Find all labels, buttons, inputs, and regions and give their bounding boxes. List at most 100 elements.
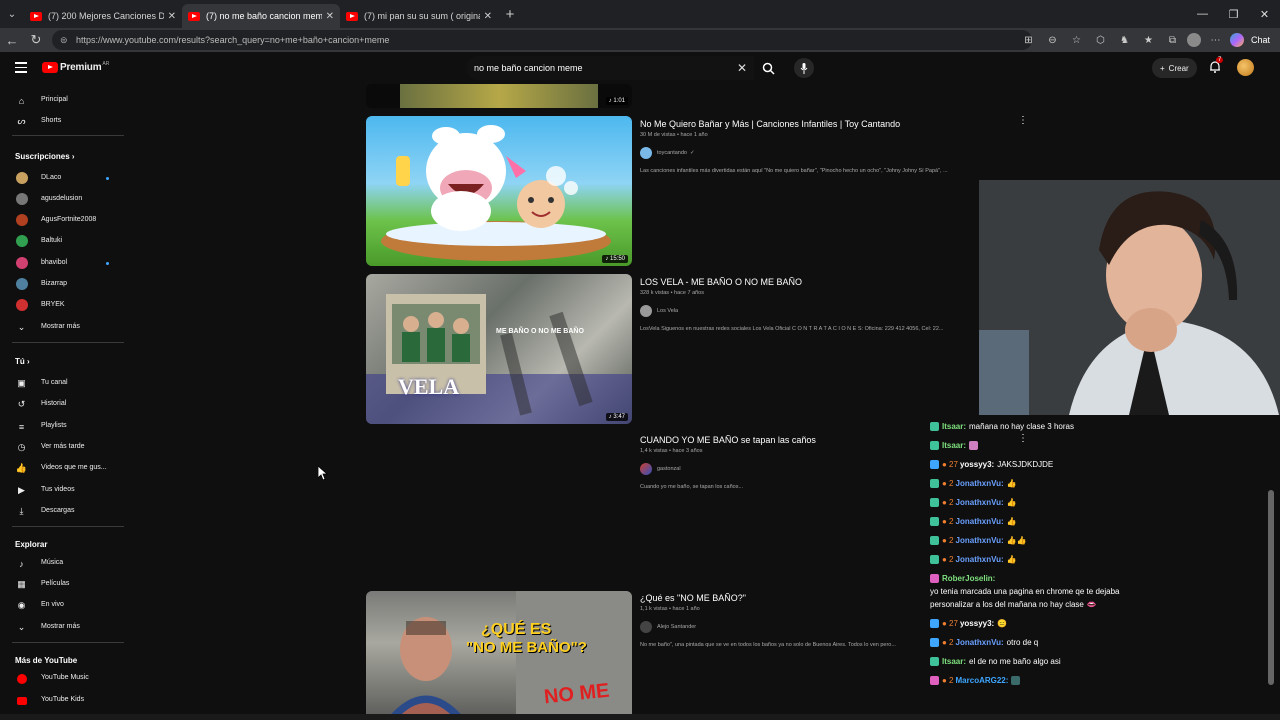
sidebar-item-your-videos[interactable]: ▶ Tus videos [0,481,124,499]
menu-icon[interactable] [15,62,27,74]
channel-name: Los Vela [657,308,679,314]
chat-message: ● 2 MarcoARG22: [930,676,1023,685]
page-scrollbar[interactable] [1268,490,1274,685]
close-tab-icon[interactable]: ✕ [484,11,492,22]
video-meta: 1,4 k vistas • hace 3 años [640,448,703,454]
video-title[interactable]: No Me Quiero Bañar y Más | Canciones Inf… [640,119,900,129]
sidebar-item-music[interactable]: ♪ Música [0,554,124,572]
restore-icon[interactable]: ❐ [1218,0,1249,28]
sidebar-item-downloads[interactable]: ⤓ Descargas [0,502,124,520]
sidebar-item-shorts[interactable]: ᔕ Shorts [0,112,124,130]
tab-list-button[interactable]: ⌄ [0,0,24,28]
sidebar-item-watch-later[interactable]: ◷ Ver más tarde [0,438,124,456]
you-heading[interactable]: Tú › [15,357,30,366]
more-actions-icon[interactable]: ⋮ [1018,116,1028,126]
music-icon: ♪ [19,558,24,569]
channel-link[interactable]: toycantando ✓ [640,147,695,159]
chat-message: Itsaar: [930,441,981,450]
sidebar-item-youtube-music[interactable]: YouTube Music [0,669,124,687]
favorites-icon[interactable]: ★ [1139,31,1158,50]
chat-message: Itsaar: mañana no hay clase 3 horas [930,422,1074,431]
reload-icon[interactable]: ↻ [24,32,48,48]
clear-search-icon[interactable]: ✕ [737,61,747,75]
explore-heading: Explorar [15,540,48,549]
subscriptions-heading[interactable]: Suscripciones › [15,152,75,161]
channel-avatar [16,214,28,226]
video-title[interactable]: ¿Qué es "NO ME BAÑO?" [640,593,746,603]
sidebar-item-history[interactable]: ↺ Historial [0,395,124,413]
copilot-icon[interactable] [1229,33,1244,47]
back-icon[interactable]: ← [0,33,24,48]
chat-button[interactable]: Chat [1249,31,1272,50]
sidebar-item-label: agusdelusion [41,195,83,202]
app-icon[interactable]: ⊞ [1019,31,1038,50]
channel-avatar [640,305,652,317]
zoom-icon[interactable]: ⊖ [1043,31,1062,50]
chat-badge-icon [930,638,939,647]
logo-text: Premium [60,62,102,73]
search-icon[interactable] [757,56,779,80]
video-thumbnail[interactable]: ME BAÑO O NO ME BAÑO VELA ♪ 3:47 [366,274,632,424]
sidebar-sub-item[interactable]: AgusFortnite2008 [0,211,124,229]
close-window-icon[interactable]: ✕ [1249,0,1280,28]
new-tab-button[interactable]: + [498,6,522,23]
thumbnail-caption: ¿QUÉ ES [481,621,552,638]
channel-avatar [16,235,28,247]
channel-link[interactable]: gastonzal [640,463,681,475]
search-input[interactable] [474,63,734,73]
browser-tab[interactable]: (7) mi pan su su sum ( original clip ✕ [340,4,498,28]
close-tab-icon[interactable]: ✕ [326,11,334,22]
youtube-favicon-icon [346,11,358,21]
sidebar-item-liked[interactable]: 👍 Videos que me gus... [0,459,124,477]
show-more-subscriptions[interactable]: ⌄ Mostrar más [0,318,124,336]
sidebar-item-live[interactable]: ◉ En vivo [0,596,124,614]
channel-link[interactable]: Alejo Santander [640,621,696,633]
favorite-star-icon[interactable]: ☆ [1067,31,1086,50]
browser-tab-active[interactable]: (7) no me baño cancion meme - Y ✕ [182,4,340,28]
sidebar-sub-item[interactable]: DLaco [0,169,124,187]
sidebar-sub-item[interactable]: Bizarrap [0,275,124,293]
sidebar-sub-item[interactable]: bhavibol [0,254,124,272]
emote-icon [1011,676,1021,685]
profile-avatar[interactable] [1186,33,1201,47]
close-tab-icon[interactable]: ✕ [168,11,176,22]
sidebar-item-movies[interactable]: ▦ Películas [0,575,124,593]
browser-tab[interactable]: (7) 200 Mejores Canciones De TIK ✕ [24,4,182,28]
youtube-favicon-icon [188,11,200,21]
sidebar-item-home[interactable]: ⌂ Principal [0,91,124,109]
video-title[interactable]: CUANDO YO ME BAÑO se tapan las caños [640,435,816,445]
webcam-overlay [979,180,1280,415]
sidebar-sub-item[interactable]: BRYEK [0,296,124,314]
sidebar-sub-item[interactable]: Baltuki [0,232,124,250]
sidebar-item-your-channel[interactable]: ▣ Tu canal [0,374,124,392]
channel-avatar [16,172,28,184]
sidebar-item-youtube-kids[interactable]: YouTube Kids [0,691,124,709]
show-more-explore[interactable]: ⌄ Mostrar más [0,618,124,636]
tab-title: (7) mi pan su su sum ( original clip [364,11,480,21]
channel-avatar [640,463,652,475]
user-avatar[interactable] [1237,59,1254,76]
sidebar-item-label: BRYEK [41,301,65,308]
channel-link[interactable]: Los Vela [640,305,678,317]
extensions-icon[interactable]: ⬡ [1091,31,1110,50]
url-field[interactable]: ⊜ https://www.youtube.com/results?search… [52,30,1032,50]
more-menu-icon[interactable]: ⋯ [1206,31,1225,50]
site-info-icon[interactable]: ⊜ [60,35,70,45]
video-thumbnail[interactable]: ♪ 1:01 [366,84,632,108]
sidebar-item-label: Música [41,559,64,566]
video-thumbnail[interactable]: ¿QUÉ ES "NO ME BAÑO"? NO ME [366,591,632,720]
microphone-icon[interactable] [794,58,814,78]
tracking-icon[interactable]: ♞ [1115,31,1134,50]
video-title[interactable]: LOS VELA - ME BAÑO O NO ME BAÑO [640,277,802,287]
mouse-cursor-icon [317,465,329,486]
minimize-icon[interactable]: — [1187,0,1218,28]
chat-message: ● 2 JonathxnVu: 👍 [930,517,1017,526]
video-thumbnail[interactable]: ♪ 15:50 [366,116,632,266]
channel-name: toycantando [657,150,687,156]
sidebar-item-playlists[interactable]: ≡ Playlists [0,417,124,435]
create-button[interactable]: + Crear [1152,58,1197,78]
youtube-logo[interactable]: Premium AR [42,61,109,73]
sidebar-sub-item[interactable]: agusdelusion [0,190,124,208]
collections-icon[interactable]: ⧉ [1163,31,1182,50]
sidebar-item-label: Ver más tarde [41,443,85,450]
